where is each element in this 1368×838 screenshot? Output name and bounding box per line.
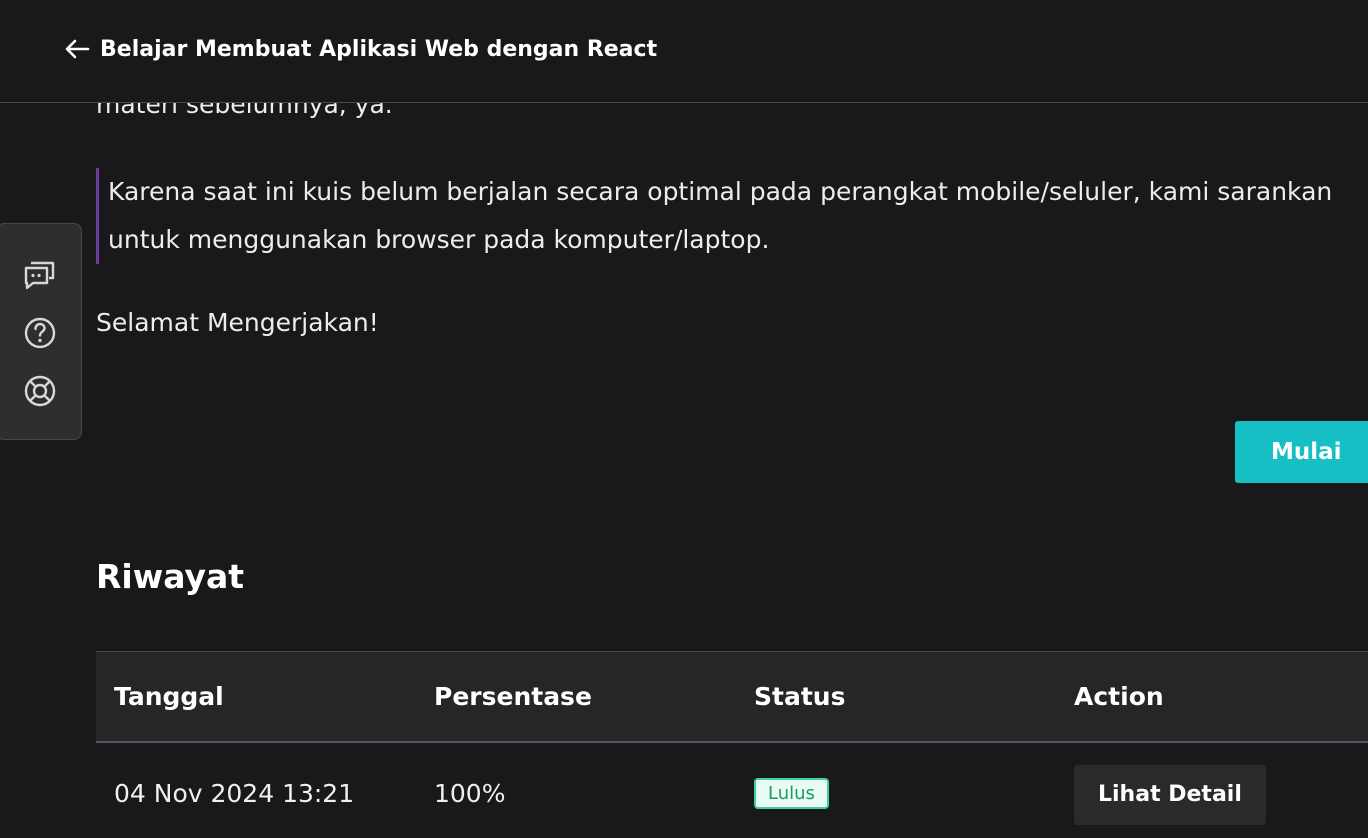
column-header-date: Tanggal	[114, 682, 224, 711]
notice-blockquote: Karena saat ini kuis belum berjalan seca…	[96, 168, 1368, 264]
start-quiz-button[interactable]: Mulai	[1235, 421, 1368, 483]
cell-percentage: 100%	[434, 778, 506, 808]
chat-icon[interactable]	[23, 256, 57, 290]
notice-text: Karena saat ini kuis belum berjalan seca…	[108, 177, 1333, 254]
cell-status: Lulus	[754, 777, 1074, 809]
history-table: Tanggal Persentase Status Action 04 Nov …	[96, 651, 1368, 838]
column-header-status: Status	[754, 682, 846, 711]
course-title[interactable]: Belajar Membuat Aplikasi Web dengan Reac…	[100, 37, 657, 62]
back-link[interactable]: Belajar Membuat Aplikasi Web dengan Reac…	[64, 34, 657, 64]
column-header-action: Action	[1074, 682, 1164, 711]
lifebuoy-icon[interactable]	[23, 374, 57, 408]
table-header: Tanggal Persentase Status Action	[96, 651, 1368, 743]
side-toolbar	[0, 223, 82, 440]
help-icon[interactable]	[23, 316, 57, 350]
cell-action: Lihat Detail	[1074, 765, 1368, 825]
column-header-percentage: Persentase	[434, 682, 592, 711]
arrow-left-icon[interactable]	[64, 38, 90, 60]
top-bar: Belajar Membuat Aplikasi Web dengan Reac…	[0, 0, 1368, 103]
quiz-page: Belajar Membuat Aplikasi Web dengan Reac…	[0, 0, 1368, 838]
history-title: Riwayat	[96, 557, 245, 596]
table-row: 04 Nov 2024 13:21 100% Lulus Lihat Detai…	[96, 743, 1368, 838]
view-detail-button[interactable]: Lihat Detail	[1074, 765, 1266, 825]
status-badge: Lulus	[754, 777, 829, 809]
greeting-text: Selamat Mengerjakan!	[96, 308, 379, 337]
cell-date: 04 Nov 2024 13:21	[114, 778, 355, 808]
